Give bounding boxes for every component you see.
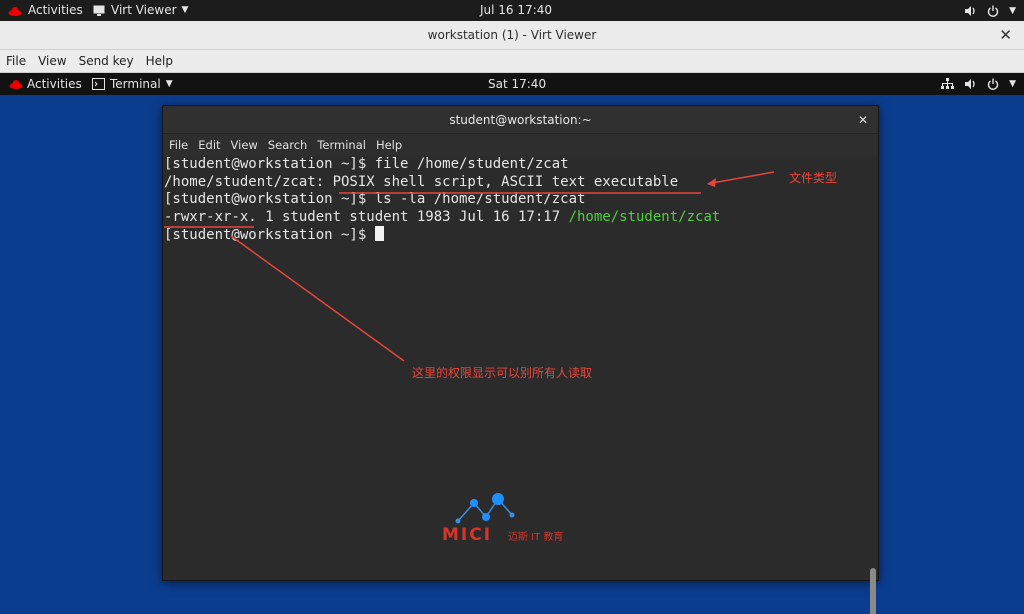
network-icon — [941, 78, 955, 89]
power-icon — [987, 78, 999, 90]
guest-system-tray[interactable]: ▼ — [941, 73, 1016, 95]
terminal-icon — [92, 78, 105, 90]
guest-app-menu[interactable]: Terminal ▼ — [92, 73, 173, 95]
host-activities-label: Activities — [28, 3, 83, 17]
terminal-prompt: [student@workstation ~]$ — [164, 227, 375, 244]
virt-viewer-menubar: File View Send key Help — [0, 50, 1024, 73]
terminal-menu-help[interactable]: Help — [376, 138, 402, 152]
chevron-down-icon: ▼ — [1009, 79, 1016, 89]
volume-icon — [965, 79, 975, 89]
guest-clock[interactable]: Sat 17:40 — [488, 73, 546, 95]
watermark-sub: 迈斯 IT 教育 — [508, 532, 564, 543]
ls-output-details: -rwxr-xr-x. 1 student student 1983 Jul 1… — [164, 208, 569, 225]
host-clock[interactable]: Jul 16 17:40 — [480, 0, 552, 21]
guest-app-name: Terminal — [110, 77, 161, 91]
terminal-line: [student@workstation ~]$ file /home/stud… — [164, 156, 569, 172]
menu-send-key[interactable]: Send key — [79, 54, 134, 68]
virt-viewer-titlebar: workstation (1) - Virt Viewer ✕ — [0, 21, 1024, 50]
terminal-menubar: File Edit View Search Terminal Help — [163, 134, 878, 156]
terminal-menu-terminal[interactable]: Terminal — [317, 138, 366, 152]
host-app-menu[interactable]: Virt Viewer ▼ — [93, 0, 188, 21]
terminal-line: /home/student/zcat: POSIX shell script, … — [164, 173, 679, 190]
terminal-title: student@workstation:~ — [449, 113, 592, 127]
redhat-icon — [9, 80, 23, 89]
terminal-line: -rwxr-xr-x. 1 student student 1983 Jul 1… — [164, 209, 878, 227]
terminal-menu-view[interactable]: View — [231, 138, 258, 152]
mici-watermark: MICI 迈斯 IT 教育 — [442, 491, 592, 545]
terminal-menu-file[interactable]: File — [169, 138, 188, 152]
guest-activities-button[interactable]: Activities — [9, 73, 82, 95]
guest-activities-label: Activities — [27, 77, 82, 91]
chevron-down-icon: ▼ — [1009, 5, 1016, 16]
text-cursor — [374, 226, 384, 242]
host-top-bar: Activities Virt Viewer ▼ Jul 16 17:40 ▼ — [0, 0, 1024, 21]
power-icon — [987, 5, 999, 17]
watermark-logo: MICI — [442, 525, 493, 545]
terminal-line: [student@workstation ~]$ ls -la /home/st… — [164, 191, 586, 208]
guest-top-bar: Activities Terminal ▼ Sat 17:40 ▼ — [0, 73, 1024, 95]
host-activities-button[interactable]: Activities — [8, 0, 83, 21]
ls-output-path: /home/student/zcat — [568, 208, 721, 225]
annotation-file-type: 文件类型 — [789, 171, 838, 185]
terminal-prompt-line: [student@workstation ~]$ — [164, 226, 878, 244]
close-icon[interactable]: ✕ — [858, 106, 868, 134]
window-title: workstation (1) - Virt Viewer — [427, 28, 597, 42]
network-nodes-icon — [455, 493, 515, 524]
menu-file[interactable]: File — [6, 54, 26, 68]
monitor-icon — [93, 5, 105, 16]
guest-display[interactable]: Activities Terminal ▼ Sat 17:40 ▼ studen… — [0, 73, 1024, 614]
close-icon[interactable]: ✕ — [999, 21, 1012, 50]
menu-view[interactable]: View — [38, 54, 66, 68]
terminal-menu-edit[interactable]: Edit — [198, 138, 220, 152]
menu-help[interactable]: Help — [146, 54, 173, 68]
terminal-titlebar[interactable]: student@workstation:~ ✕ — [163, 106, 878, 134]
volume-icon — [965, 5, 975, 16]
host-app-name: Virt Viewer — [111, 3, 177, 17]
host-system-tray[interactable]: ▼ — [964, 0, 1016, 21]
terminal-menu-search[interactable]: Search — [268, 138, 308, 152]
chevron-down-icon: ▼ — [165, 79, 173, 89]
redhat-icon — [8, 6, 22, 16]
chevron-down-icon: ▼ — [181, 5, 189, 15]
terminal-scrollbar[interactable] — [870, 568, 876, 614]
annotation-permissions: 这里的权限显示可以别所有人读取 — [412, 366, 593, 380]
